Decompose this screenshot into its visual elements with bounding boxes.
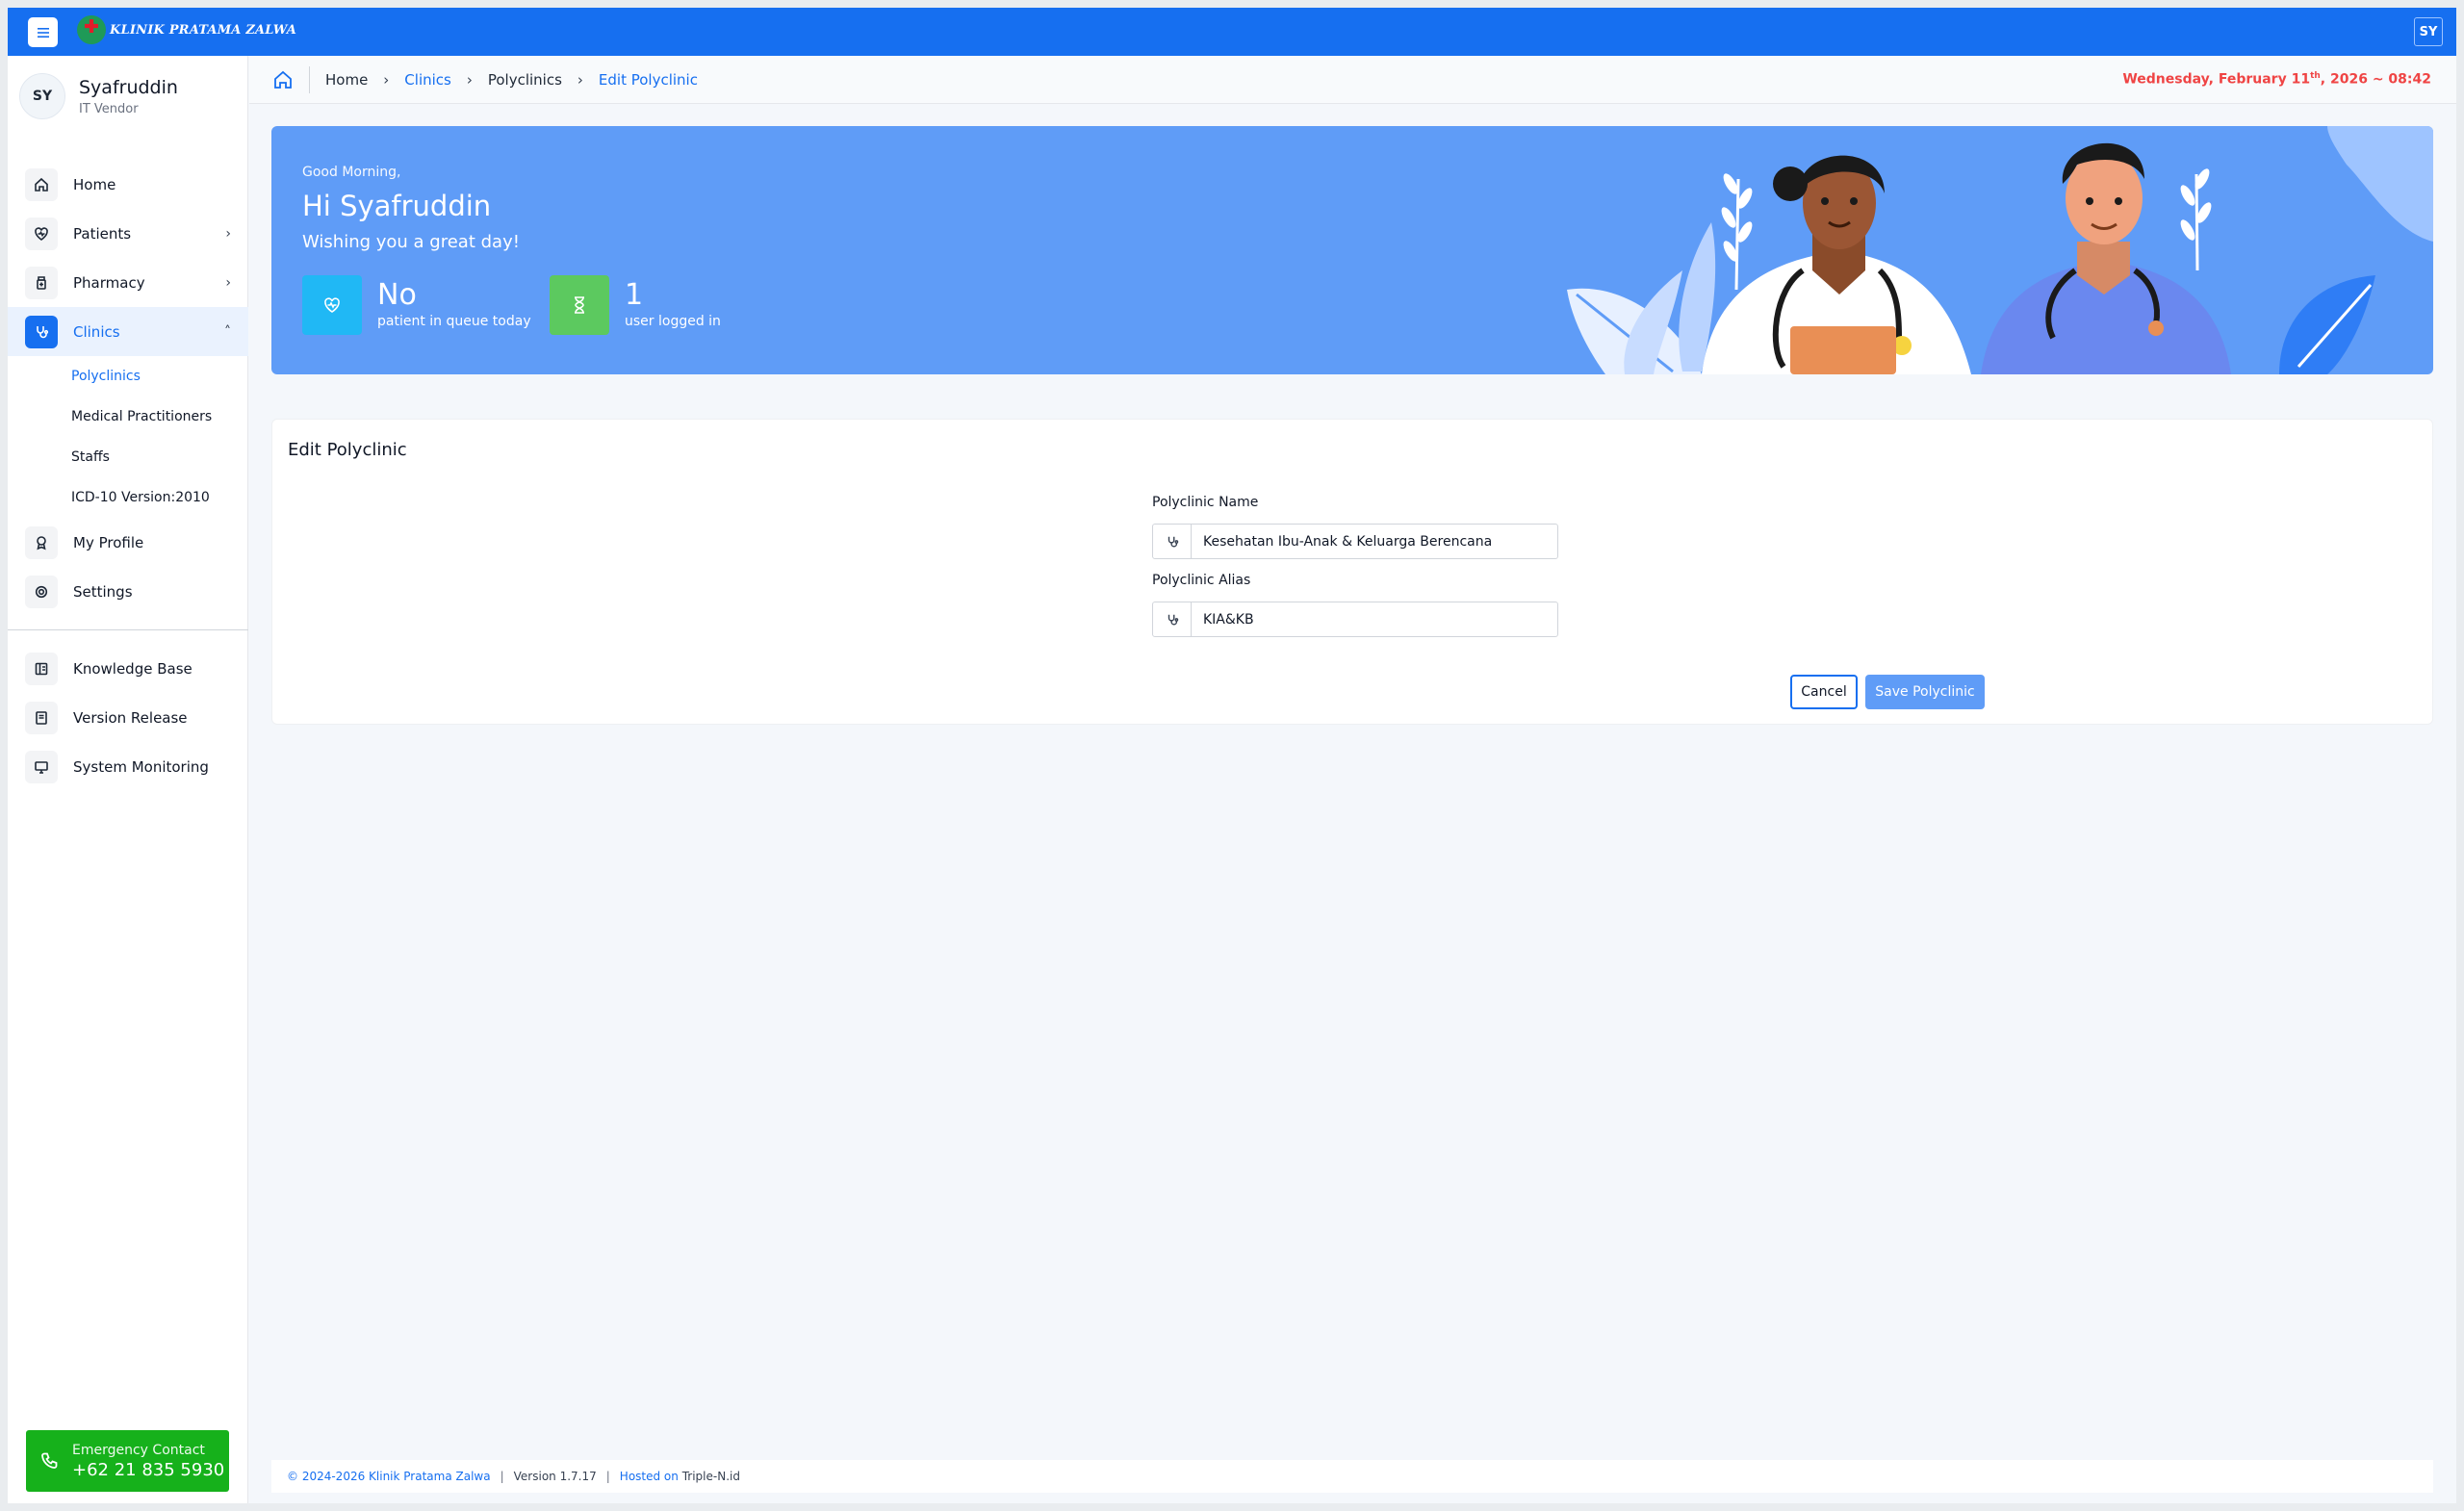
emergency-label: Emergency Contact — [72, 1442, 205, 1458]
user-name: Syafruddin — [79, 76, 178, 98]
save-polyclinic-button[interactable]: Save Polyclinic — [1865, 675, 1985, 709]
sidebar-item-label: System Monitoring — [73, 757, 209, 776]
footer-separator: | — [605, 1470, 610, 1483]
footer-copyright[interactable]: © 2024-2026 Klinik Pratama Zalwa — [287, 1470, 491, 1483]
stat-value: 1 — [625, 278, 644, 312]
stat-patient-queue: No patient in queue today — [302, 275, 531, 335]
heart-pulse-icon — [302, 275, 362, 335]
top-bar: KLINIK PRATAMA ZALWA SY — [8, 8, 2456, 56]
stethoscope-icon — [1153, 602, 1192, 636]
chevron-right-icon: › — [225, 274, 231, 291]
badge-icon — [25, 525, 58, 559]
current-datetime: Wednesday, February 11th, 2026 ~ 08:42 — [2122, 71, 2431, 88]
submenu-item-staffs[interactable]: Staffs — [8, 437, 248, 477]
greeting-title: Hi Syafruddin — [302, 190, 492, 222]
emergency-contact-button[interactable]: Emergency Contact +62 21 835 5930 — [26, 1430, 229, 1492]
polyclinic-name-group — [1152, 524, 1558, 559]
sidebar-item-label: Patients — [73, 224, 132, 243]
emergency-number: +62 21 835 5930 — [72, 1459, 225, 1480]
user-avatar-button[interactable]: SY — [2414, 17, 2443, 46]
sidebar: SY Syafruddin IT Vendor Home Patients › — [8, 56, 248, 1503]
breadcrumb: Home › Clinics › Polyclinics › Edit Poly… — [249, 56, 2456, 104]
stethoscope-icon — [25, 315, 58, 348]
breadcrumb-divider — [309, 65, 310, 93]
sidebar-item-label: Version Release — [73, 708, 188, 727]
medicine-icon — [25, 266, 58, 299]
polyclinic-alias-label: Polyclinic Alias — [1152, 573, 1251, 588]
hamburger-menu-button[interactable] — [28, 17, 58, 47]
app-frame: KLINIK PRATAMA ZALWA SY SY Syafruddin IT… — [8, 8, 2456, 1503]
stat-value: No — [377, 278, 417, 312]
footer-separator: | — [500, 1470, 504, 1483]
sidebar-item-clinics[interactable]: Clinics ˄ — [8, 307, 248, 356]
sidebar-item-label: My Profile — [73, 533, 144, 551]
heart-icon — [25, 217, 58, 250]
stethoscope-icon — [1153, 525, 1192, 558]
chevron-right-icon: › — [466, 70, 473, 89]
sidebar-item-system-monitoring[interactable]: System Monitoring — [8, 742, 248, 791]
monitor-icon — [25, 750, 58, 783]
sidebar-item-label: Home — [73, 175, 116, 193]
breadcrumb-home[interactable]: Home — [325, 71, 368, 89]
doctors-illustration — [1567, 126, 2433, 374]
home-icon[interactable] — [272, 69, 294, 90]
welcome-banner: Good Morning, Hi Syafruddin Wishing you … — [271, 126, 2433, 374]
stat-label: user logged in — [625, 314, 721, 329]
greeting-subtitle: Wishing you a great day! — [302, 232, 520, 252]
sidebar-item-label: Knowledge Base — [73, 659, 192, 678]
sidebar-item-version-release[interactable]: Version Release — [8, 693, 248, 742]
gear-icon — [25, 575, 58, 608]
cancel-button[interactable]: Cancel — [1790, 675, 1858, 709]
edit-polyclinic-card: Edit Polyclinic Polyclinic Name Polyclin… — [271, 419, 2433, 725]
brand-name: KLINIK PRATAMA ZALWA — [110, 22, 297, 38]
sidebar-item-knowledge-base[interactable]: Knowledge Base — [8, 644, 248, 693]
sidebar-item-my-profile[interactable]: My Profile — [8, 518, 248, 567]
user-profile: SY Syafruddin IT Vendor — [19, 73, 178, 119]
hourglass-icon — [550, 275, 609, 335]
book-icon — [25, 652, 58, 685]
sidebar-divider — [8, 629, 248, 630]
breadcrumb-clinics[interactable]: Clinics — [404, 71, 451, 89]
chevron-up-icon: ˄ — [224, 323, 231, 340]
menu-icon — [37, 27, 49, 38]
sidebar-item-pharmacy[interactable]: Pharmacy › — [8, 258, 248, 307]
sidebar-item-label: Settings — [73, 582, 133, 601]
breadcrumb-current: Edit Polyclinic — [598, 70, 698, 89]
clinic-logo-icon — [77, 15, 106, 44]
polyclinic-alias-input[interactable] — [1192, 602, 1557, 636]
stat-users-logged-in: 1 user logged in — [550, 275, 721, 335]
user-role: IT Vendor — [79, 101, 139, 116]
brand-logo[interactable]: KLINIK PRATAMA ZALWA — [77, 15, 296, 44]
stat-label: patient in queue today — [377, 314, 531, 329]
chevron-right-icon: › — [577, 70, 583, 89]
avatar: SY — [19, 73, 65, 119]
footer: © 2024-2026 Klinik Pratama Zalwa | Versi… — [271, 1460, 2433, 1493]
polyclinic-alias-group — [1152, 602, 1558, 637]
home-icon — [25, 167, 58, 201]
footer-version: Version 1.7.17 — [513, 1470, 597, 1483]
submenu-item-polyclinics[interactable]: Polyclinics — [8, 356, 248, 397]
polyclinic-name-input[interactable] — [1192, 525, 1557, 558]
clinics-submenu: Polyclinics Medical Practitioners Staffs… — [8, 356, 248, 518]
chevron-right-icon: › — [383, 70, 390, 89]
sidebar-item-settings[interactable]: Settings — [8, 567, 248, 616]
submenu-item-icd10[interactable]: ICD-10 Version:2010 — [8, 477, 248, 518]
greeting: Good Morning, — [302, 165, 401, 180]
sidebar-item-label: Pharmacy — [73, 273, 145, 292]
footer-hosted-value[interactable]: Triple-N.id — [682, 1470, 740, 1483]
sidebar-item-patients[interactable]: Patients › — [8, 209, 248, 258]
chevron-right-icon: › — [225, 225, 231, 242]
footer-hosted-label: Hosted on — [619, 1470, 679, 1483]
sidebar-nav: Home Patients › Pharmacy › Clinics ˄ Pol… — [8, 160, 248, 791]
breadcrumb-polyclinics[interactable]: Polyclinics — [488, 71, 562, 89]
sidebar-item-label: Clinics — [73, 322, 120, 341]
submenu-item-medical-practitioners[interactable]: Medical Practitioners — [8, 397, 248, 437]
phone-icon — [26, 1451, 72, 1471]
card-title: Edit Polyclinic — [288, 440, 407, 460]
polyclinic-name-label: Polyclinic Name — [1152, 495, 1259, 510]
notebook-icon — [25, 701, 58, 734]
sidebar-item-home[interactable]: Home — [8, 160, 248, 209]
